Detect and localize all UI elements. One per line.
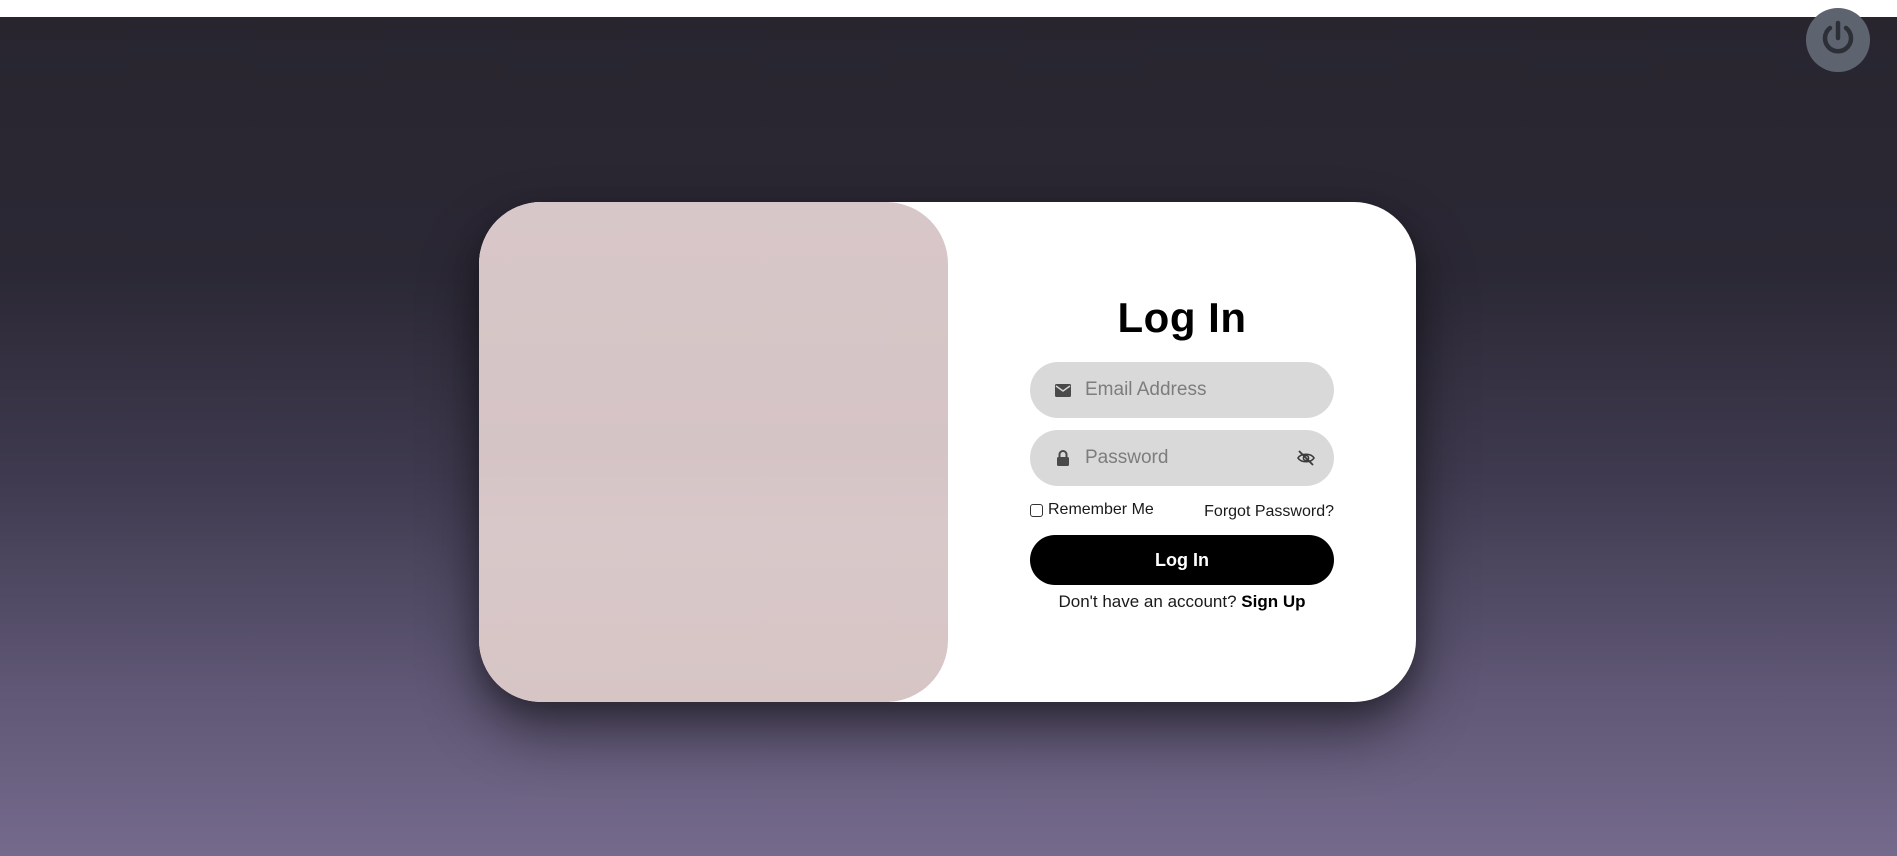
- signup-link[interactable]: Sign Up: [1241, 592, 1305, 611]
- login-card: Log In Email Address Remember Me Forgot …: [479, 202, 1416, 702]
- page-title: Log In: [1117, 294, 1247, 341]
- eye-slash-icon[interactable]: [1296, 448, 1316, 468]
- remember-me-checkbox[interactable]: [1030, 503, 1043, 517]
- power-icon: [1819, 19, 1857, 62]
- signup-row: Don't have an account? Sign Up: [1030, 592, 1334, 612]
- lock-icon: [1054, 449, 1072, 467]
- password-input[interactable]: [1085, 430, 1285, 486]
- forgot-password-link[interactable]: Forgot Password?: [1204, 503, 1334, 521]
- signup-prompt: Don't have an account?: [1058, 592, 1237, 611]
- remember-me-label: Remember Me: [1048, 501, 1154, 518]
- top-strip: [0, 0, 1897, 17]
- remember-me[interactable]: Remember Me: [1030, 501, 1154, 519]
- password-field[interactable]: [1030, 430, 1334, 486]
- login-button[interactable]: Log In: [1030, 535, 1334, 585]
- login-form: Log In Email Address Remember Me Forgot …: [1030, 202, 1334, 702]
- image-panel: [479, 202, 948, 702]
- options-row: Remember Me Forgot Password?: [1030, 501, 1334, 525]
- email-field[interactable]: [1030, 362, 1334, 418]
- power-button[interactable]: [1806, 8, 1870, 72]
- envelope-icon: [1054, 381, 1072, 399]
- email-input[interactable]: [1085, 362, 1285, 418]
